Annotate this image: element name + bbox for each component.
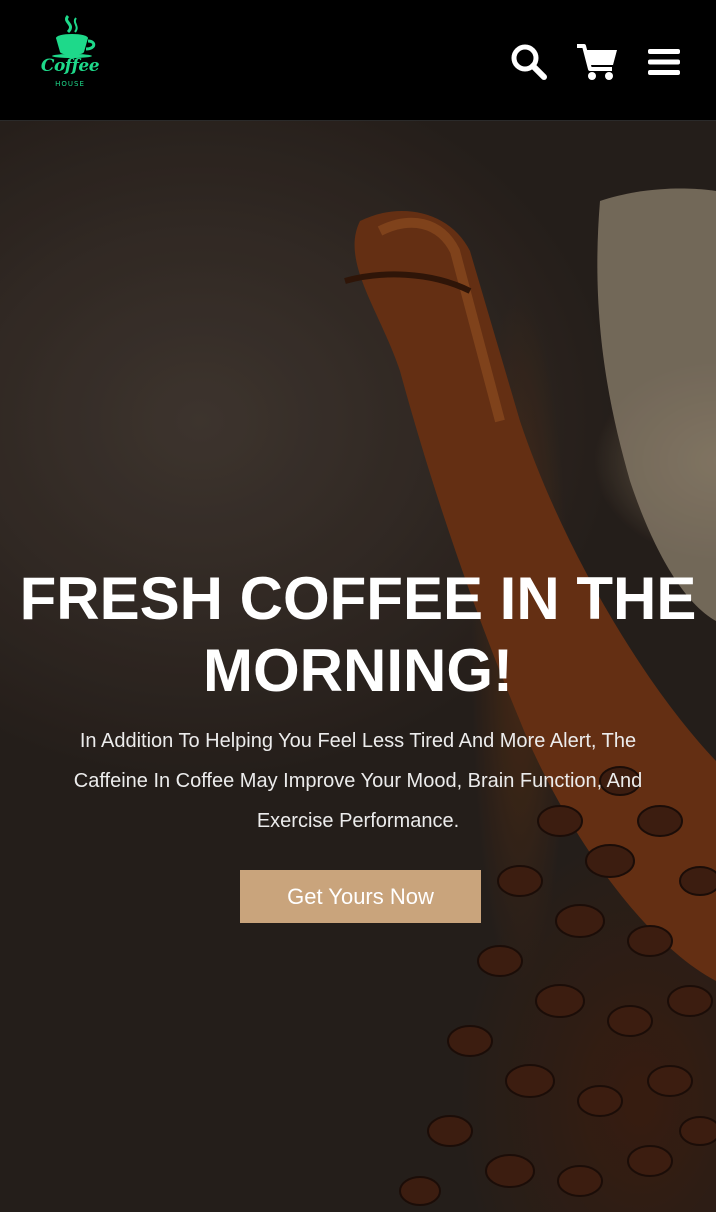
cart-button[interactable]: [575, 40, 619, 84]
coffee-cup-logo-icon: [52, 14, 96, 58]
hero-description: In Addition To Helping You Feel Less Tir…: [73, 730, 643, 832]
hero-section: FRESH COFFEE IN THE MORNING! In Addition…: [0, 121, 716, 1212]
logo-subtext: HOUSE: [55, 80, 85, 88]
menu-button[interactable]: [646, 40, 682, 84]
cart-icon: [577, 44, 617, 80]
logo-text: Coffee: [40, 56, 100, 76]
search-icon: [511, 44, 547, 80]
menu-icon: [648, 49, 680, 75]
hero-title: FRESH COFFEE IN THE MORNING!: [19, 565, 697, 704]
site-logo[interactable]: Coffee HOUSE: [38, 14, 102, 94]
search-button[interactable]: [508, 40, 550, 84]
site-header: Coffee HOUSE: [0, 0, 716, 121]
get-yours-now-button[interactable]: Get Yours Now: [240, 870, 481, 923]
